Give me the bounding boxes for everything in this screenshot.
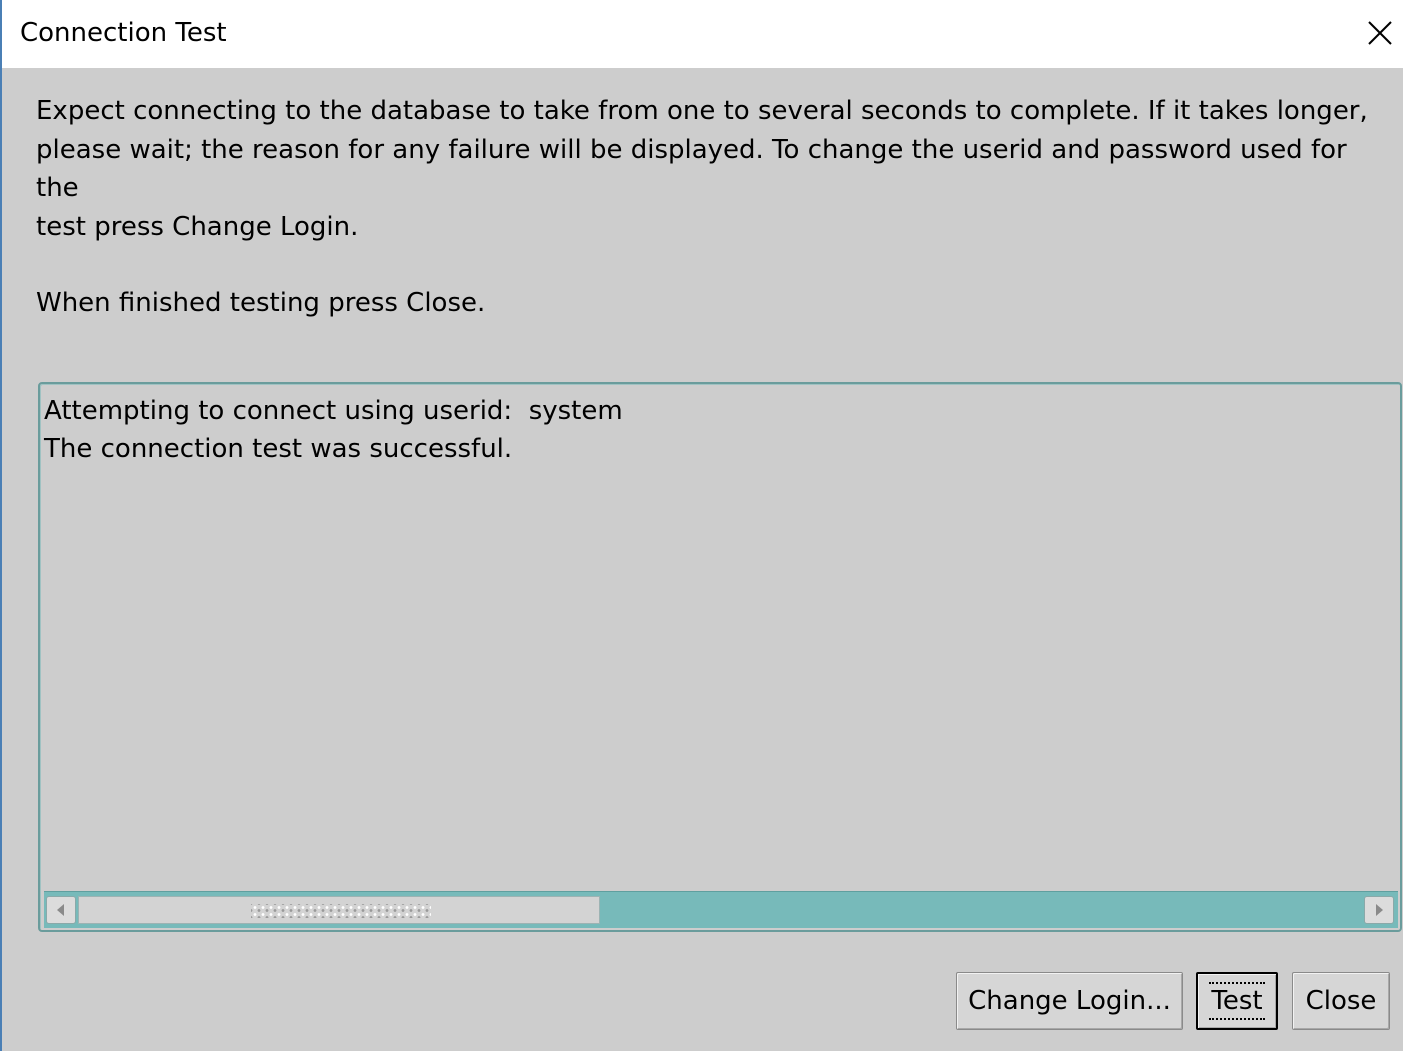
instructions-line-1: Expect connecting to the database to tak… xyxy=(36,96,1368,126)
title-bar: Connection Test xyxy=(2,0,1403,68)
instructions-line-4: When finished testing press Close. xyxy=(36,288,486,318)
arrow-right-icon xyxy=(1376,904,1383,916)
log-text: Attempting to connect using userid: syst… xyxy=(44,392,623,468)
log-line-attempting: Attempting to connect using userid: syst… xyxy=(44,396,623,426)
change-login-button[interactable]: Change Login... xyxy=(956,972,1183,1030)
close-button[interactable]: Close xyxy=(1292,972,1390,1030)
instructions-line-2: please wait; the reason for any failure … xyxy=(36,134,1347,204)
test-button-label: Test xyxy=(1209,982,1265,1020)
arrow-left-icon xyxy=(57,904,64,916)
instructions-line-3: test press Change Login. xyxy=(36,211,359,242)
log-line-result: The connection test was successful. xyxy=(44,434,513,464)
window-title: Connection Test xyxy=(20,18,227,48)
test-button[interactable]: Test xyxy=(1196,972,1278,1030)
close-x-icon[interactable] xyxy=(1363,16,1397,50)
grip-icon xyxy=(251,904,431,918)
horizontal-scrollbar[interactable] xyxy=(44,891,1398,928)
connection-test-dialog: Connection Test Expect connecting to the… xyxy=(0,0,1403,1051)
scroll-left-button[interactable] xyxy=(46,896,76,924)
scrollbar-thumb[interactable] xyxy=(78,896,600,924)
connection-log-area[interactable]: Attempting to connect using userid: syst… xyxy=(38,382,1402,932)
instructions-text: Expect connecting to the database to tak… xyxy=(36,92,1396,323)
scroll-right-button[interactable] xyxy=(1364,896,1394,924)
